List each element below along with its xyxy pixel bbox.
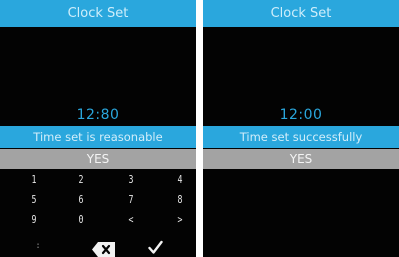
key-7[interactable]: 7: [129, 194, 134, 205]
key-colon[interactable]: :: [36, 242, 40, 251]
key-right-arrow[interactable]: >: [178, 214, 183, 225]
screen-title: Clock Set: [0, 0, 196, 27]
key-left-arrow[interactable]: <: [129, 214, 134, 225]
key-5[interactable]: 5: [32, 194, 37, 205]
key-3[interactable]: 3: [129, 174, 134, 185]
yes-button[interactable]: YES: [0, 149, 196, 169]
yes-button[interactable]: YES: [203, 149, 399, 169]
key-8[interactable]: 8: [178, 194, 183, 205]
key-4[interactable]: 4: [178, 174, 183, 185]
status-message: Time set is reasonable: [0, 126, 196, 148]
backspace-icon[interactable]: [92, 242, 115, 257]
screen-title: Clock Set: [203, 0, 399, 27]
device-screen-right: Clock Set 12:00 Time set successfully YE…: [203, 0, 399, 257]
key-2[interactable]: 2: [79, 174, 84, 185]
key-9[interactable]: 9: [32, 214, 37, 225]
key-0[interactable]: 0: [79, 214, 84, 225]
key-6[interactable]: 6: [79, 194, 84, 205]
device-screen-left: Clock Set 12:80 Time set is reasonable Y…: [0, 0, 196, 257]
checkmark-icon[interactable]: [148, 240, 163, 255]
time-display: 12:80: [76, 107, 120, 123]
keypad: 1 2 3 4 5 6 7 8 9 0 < > :: [0, 172, 196, 257]
key-1[interactable]: 1: [32, 174, 37, 185]
status-message: Time set successfully: [203, 126, 399, 148]
time-display: 12:00: [279, 107, 323, 123]
